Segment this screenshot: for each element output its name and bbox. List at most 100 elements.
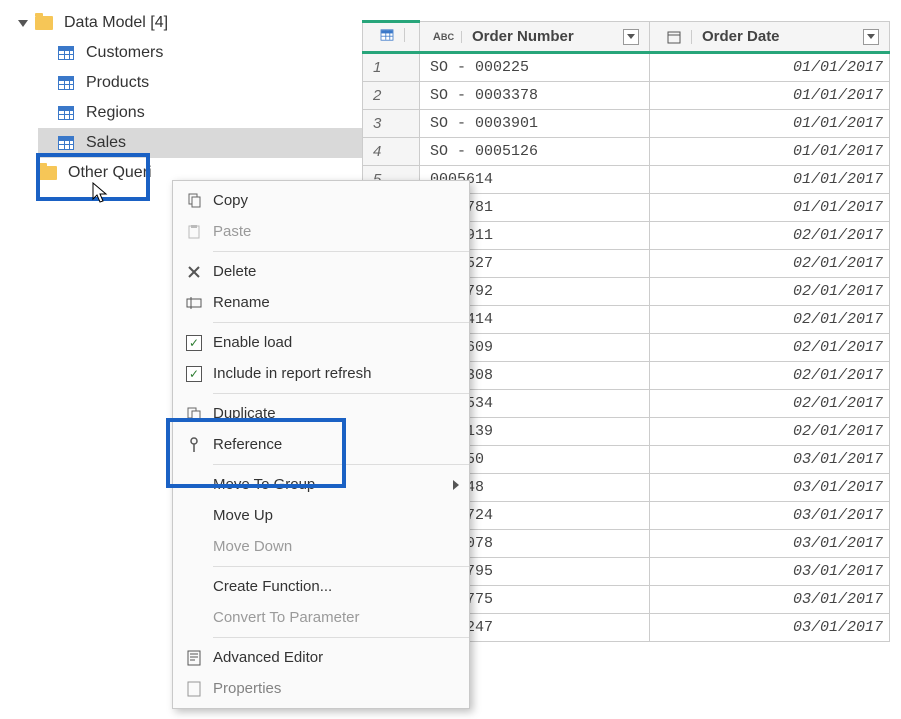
menu-move-down: Move Down xyxy=(173,531,469,562)
cell-order-number[interactable]: SO - 0003901 xyxy=(420,110,650,138)
menu-label: Properties xyxy=(213,680,281,697)
cell-order-date[interactable]: 03/01/2017 xyxy=(650,586,890,614)
properties-icon xyxy=(181,681,207,697)
query-label: Products xyxy=(86,74,149,92)
table-icon xyxy=(56,45,76,61)
menu-move-up[interactable]: Move Up xyxy=(173,500,469,531)
folder-label: Other Queri xyxy=(68,164,152,182)
row-index: 1 xyxy=(363,53,420,82)
menu-rename[interactable]: Rename xyxy=(173,287,469,318)
column-label: Order Date xyxy=(702,28,780,45)
menu-label: Move Down xyxy=(213,538,292,555)
menu-reference[interactable]: Reference xyxy=(173,429,469,460)
menu-enable-load[interactable]: ✓ Enable load xyxy=(173,327,469,358)
table-icon xyxy=(56,135,76,151)
query-label: Regions xyxy=(86,104,145,122)
menu-advanced-editor[interactable]: Advanced Editor xyxy=(173,642,469,673)
submenu-arrow-icon xyxy=(453,480,459,490)
menu-label: Move To Group xyxy=(213,476,315,493)
folder-data-model[interactable]: Data Model [4] xyxy=(0,8,362,38)
menu-include-refresh[interactable]: ✓ Include in report refresh xyxy=(173,358,469,389)
menu-label: Enable load xyxy=(213,334,292,351)
cell-order-date[interactable]: 01/01/2017 xyxy=(650,138,890,166)
context-menu: Copy Paste Delete Rename ✓ Enable load ✓… xyxy=(172,180,470,709)
cell-order-date[interactable]: 01/01/2017 xyxy=(650,194,890,222)
duplicate-icon xyxy=(181,406,207,422)
table-icon xyxy=(373,28,405,42)
text-type-icon: ABC xyxy=(430,31,462,43)
cell-order-date[interactable]: 02/01/2017 xyxy=(650,278,890,306)
menu-create-function[interactable]: Create Function... xyxy=(173,571,469,602)
cell-order-date[interactable]: 03/01/2017 xyxy=(650,446,890,474)
table-row[interactable]: 2SO - 000337801/01/2017 xyxy=(363,82,890,110)
cell-order-date[interactable]: 03/01/2017 xyxy=(650,614,890,642)
cell-order-date[interactable]: 01/01/2017 xyxy=(650,82,890,110)
cell-order-date[interactable]: 02/01/2017 xyxy=(650,418,890,446)
cell-order-date[interactable]: 01/01/2017 xyxy=(650,53,890,82)
folder-icon xyxy=(34,15,54,31)
menu-delete[interactable]: Delete xyxy=(173,256,469,287)
row-index: 3 xyxy=(363,110,420,138)
menu-label: Delete xyxy=(213,263,256,280)
menu-label: Paste xyxy=(213,223,251,240)
cell-order-date[interactable]: 02/01/2017 xyxy=(650,362,890,390)
query-label: Customers xyxy=(86,44,163,62)
cell-order-date[interactable]: 02/01/2017 xyxy=(650,222,890,250)
row-index: 4 xyxy=(363,138,420,166)
menu-duplicate[interactable]: Duplicate xyxy=(173,398,469,429)
query-sales[interactable]: Sales xyxy=(38,128,362,158)
cell-order-date[interactable]: 01/01/2017 xyxy=(650,110,890,138)
menu-label: Reference xyxy=(213,436,282,453)
menu-label: Convert To Parameter xyxy=(213,609,359,626)
table-row[interactable]: 1SO - 00022501/01/2017 xyxy=(363,53,890,82)
cell-order-date[interactable]: 02/01/2017 xyxy=(650,390,890,418)
collapse-icon xyxy=(18,20,28,27)
column-filter-button[interactable] xyxy=(623,29,639,45)
folder-icon xyxy=(38,165,58,181)
menu-label: Advanced Editor xyxy=(213,649,323,666)
cell-order-date[interactable]: 02/01/2017 xyxy=(650,334,890,362)
query-products[interactable]: Products xyxy=(38,68,362,98)
copy-icon xyxy=(181,193,207,209)
folder-label: Data Model [4] xyxy=(64,14,168,32)
table-row[interactable]: 3SO - 000390101/01/2017 xyxy=(363,110,890,138)
cell-order-date[interactable]: 02/01/2017 xyxy=(650,250,890,278)
cell-order-date[interactable]: 03/01/2017 xyxy=(650,558,890,586)
menu-properties[interactable]: Properties xyxy=(173,673,469,704)
cell-order-date[interactable]: 03/01/2017 xyxy=(650,502,890,530)
column-filter-button[interactable] xyxy=(863,29,879,45)
query-label: Sales xyxy=(86,134,126,152)
reference-icon xyxy=(181,437,207,453)
row-index: 2 xyxy=(363,82,420,110)
menu-label: Copy xyxy=(213,192,248,209)
table-row[interactable]: 4SO - 000512601/01/2017 xyxy=(363,138,890,166)
query-customers[interactable]: Customers xyxy=(38,38,362,68)
menu-label: Rename xyxy=(213,294,270,311)
cell-order-number[interactable]: SO - 0003378 xyxy=(420,82,650,110)
menu-label: Duplicate xyxy=(213,405,276,422)
cell-order-number[interactable]: SO - 000225 xyxy=(420,53,650,82)
rename-icon xyxy=(181,296,207,310)
cell-order-date[interactable]: 03/01/2017 xyxy=(650,530,890,558)
menu-move-to-group[interactable]: Move To Group xyxy=(173,469,469,500)
table-icon xyxy=(56,105,76,121)
menu-label: Create Function... xyxy=(213,578,332,595)
cell-order-number[interactable]: SO - 0005126 xyxy=(420,138,650,166)
cell-order-date[interactable]: 02/01/2017 xyxy=(650,306,890,334)
cell-order-date[interactable]: 01/01/2017 xyxy=(650,166,890,194)
query-regions[interactable]: Regions xyxy=(38,98,362,128)
menu-label: Include in report refresh xyxy=(213,365,371,382)
menu-paste: Paste xyxy=(173,216,469,247)
column-label: Order Number xyxy=(472,28,574,45)
date-type-icon xyxy=(660,30,692,44)
column-header-order-number[interactable]: ABC Order Number xyxy=(420,22,650,53)
row-index-header[interactable] xyxy=(363,22,420,53)
menu-label: Move Up xyxy=(213,507,273,524)
paste-icon xyxy=(181,224,207,240)
column-header-order-date[interactable]: Order Date xyxy=(650,22,890,53)
cell-order-date[interactable]: 03/01/2017 xyxy=(650,474,890,502)
delete-icon xyxy=(181,265,207,279)
menu-copy[interactable]: Copy xyxy=(173,185,469,216)
checkbox-checked-icon: ✓ xyxy=(181,335,207,351)
table-icon xyxy=(56,75,76,91)
